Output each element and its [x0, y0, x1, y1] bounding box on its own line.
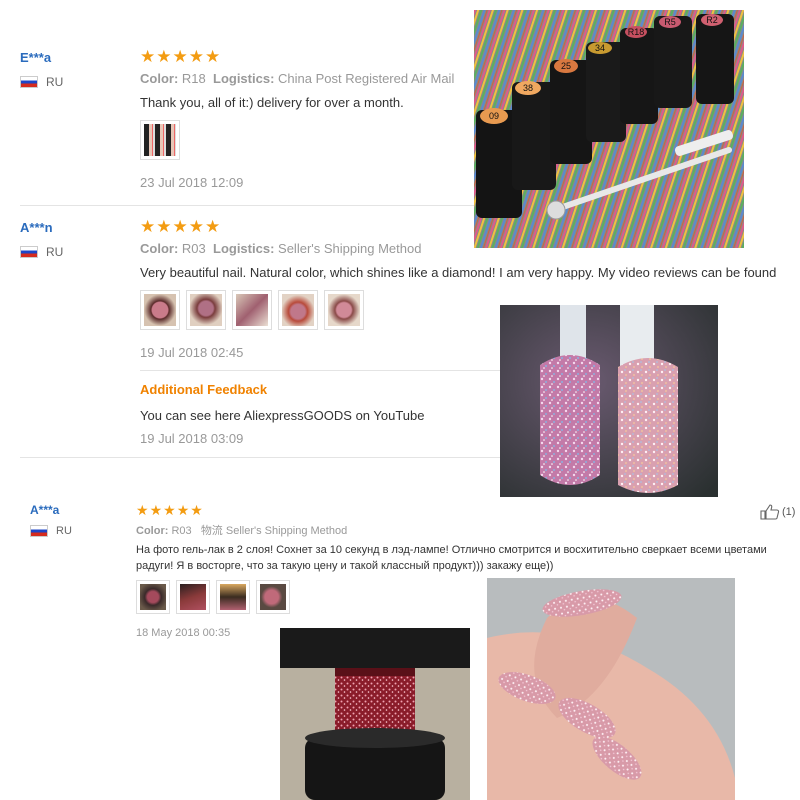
- star-icon: ★: [156, 47, 172, 66]
- logistics-label: Logistics:: [213, 241, 275, 256]
- bottle-label: 09: [489, 111, 499, 121]
- color-label: Color:: [136, 525, 169, 537]
- reviewer-country: RU: [20, 75, 63, 89]
- logistics-label: Logistics:: [213, 71, 275, 86]
- rating-stars: ★ ★ ★ ★ ★: [136, 503, 203, 517]
- logistics-value: Seller's Shipping Method: [278, 241, 422, 256]
- star-icon: ★: [172, 217, 188, 236]
- star-icon: ★: [188, 217, 204, 236]
- review-photo-thumbnail[interactable]: [176, 580, 210, 614]
- helpful-button[interactable]: (1): [760, 504, 795, 520]
- reviewer-name[interactable]: A***a: [30, 503, 59, 517]
- reviewer-name[interactable]: A***n: [20, 220, 53, 235]
- review-photo-thumbnail[interactable]: [256, 580, 290, 614]
- logistics-label: 物流: [200, 525, 223, 537]
- star-icon: ★: [205, 217, 221, 236]
- reviewer-country: RU: [30, 525, 72, 537]
- thumbs-up-icon: [760, 504, 780, 520]
- star-icon: ★: [156, 217, 172, 236]
- bottle-label: 25: [561, 61, 571, 71]
- rating-stars: ★ ★ ★ ★ ★: [140, 48, 220, 65]
- review-photo-thumbnail[interactable]: [186, 290, 226, 330]
- additional-feedback-title: Additional Feedback: [140, 382, 268, 397]
- feedback-divider: [140, 370, 500, 371]
- review-date: 19 Jul 2018 02:45: [140, 345, 244, 360]
- star-icon: ★: [136, 502, 149, 518]
- review-divider: [20, 457, 500, 458]
- logistics-value: Seller's Shipping Method: [225, 525, 348, 537]
- star-icon: ★: [205, 47, 221, 66]
- review-photo-thumbnail[interactable]: [232, 290, 272, 330]
- rating-stars: ★ ★ ★ ★ ★: [140, 218, 220, 235]
- color-value: R03: [171, 525, 192, 537]
- product-photo-bottles[interactable]: 09 38 25 34 R18 R5 R2: [474, 10, 744, 248]
- color-value: R18: [181, 71, 206, 86]
- bottle-label: R2: [706, 15, 718, 25]
- star-icon: ★: [149, 502, 163, 518]
- review-text: Thank you, all of it:) delivery for over…: [140, 95, 404, 110]
- bottle-label: 34: [595, 43, 605, 53]
- reviewer-country: RU: [20, 245, 63, 259]
- star-icon: ★: [140, 47, 156, 66]
- star-icon: ★: [188, 47, 204, 66]
- review-divider: [20, 205, 480, 206]
- product-photo-nail-tips[interactable]: [500, 305, 718, 497]
- review-photo-thumbnail[interactable]: [140, 290, 180, 330]
- additional-feedback-text: You can see here AliexpressGOODS on YouT…: [140, 408, 425, 423]
- logistics-value: China Post Registered Air Mail: [278, 71, 455, 86]
- product-photo-bottle-neck[interactable]: [280, 628, 470, 800]
- review-text: На фото гель-лак в 2 слоя! Сохнет за 10 …: [136, 544, 767, 572]
- review-photo-thumbnail[interactable]: [140, 120, 180, 160]
- color-label: Color:: [140, 241, 179, 256]
- star-icon: ★: [140, 217, 156, 236]
- russia-flag-icon: [20, 76, 38, 88]
- order-info: Color: R03 Logistics: Seller's Shipping …: [140, 241, 421, 256]
- review-date: 23 Jul 2018 12:09: [140, 175, 244, 190]
- order-info: Color: R18 Logistics: China Post Registe…: [140, 71, 454, 86]
- bottle-label: R5: [664, 17, 676, 27]
- color-value: R03: [181, 241, 206, 256]
- star-icon: ★: [190, 502, 203, 518]
- country-code: RU: [46, 245, 64, 259]
- star-icon: ★: [176, 502, 190, 518]
- review-photo-thumbnail[interactable]: [136, 580, 170, 614]
- product-photo-hand[interactable]: [487, 578, 735, 800]
- order-info: Color: R03 物流 Seller's Shipping Method: [136, 522, 347, 538]
- country-code: RU: [56, 525, 72, 537]
- country-code: RU: [46, 75, 64, 89]
- review-text: Very beautiful nail. Natural color, whic…: [140, 265, 777, 280]
- bottle-label: R18: [628, 27, 645, 37]
- bottle-label: 38: [523, 83, 533, 93]
- helpful-count: (1): [782, 506, 796, 518]
- additional-feedback-date: 19 Jul 2018 03:09: [140, 431, 244, 446]
- review-date: 18 May 2018 00:35: [136, 627, 231, 639]
- reviewer-name[interactable]: E***a: [20, 50, 51, 65]
- star-icon: ★: [163, 502, 176, 518]
- star-icon: ★: [172, 47, 188, 66]
- russia-flag-icon: [30, 525, 48, 537]
- review-photo-thumbnail[interactable]: [216, 580, 250, 614]
- review-photo-thumbnail[interactable]: [324, 290, 364, 330]
- color-label: Color:: [140, 71, 179, 86]
- review-photo-thumbnail[interactable]: [278, 290, 318, 330]
- russia-flag-icon: [20, 246, 38, 258]
